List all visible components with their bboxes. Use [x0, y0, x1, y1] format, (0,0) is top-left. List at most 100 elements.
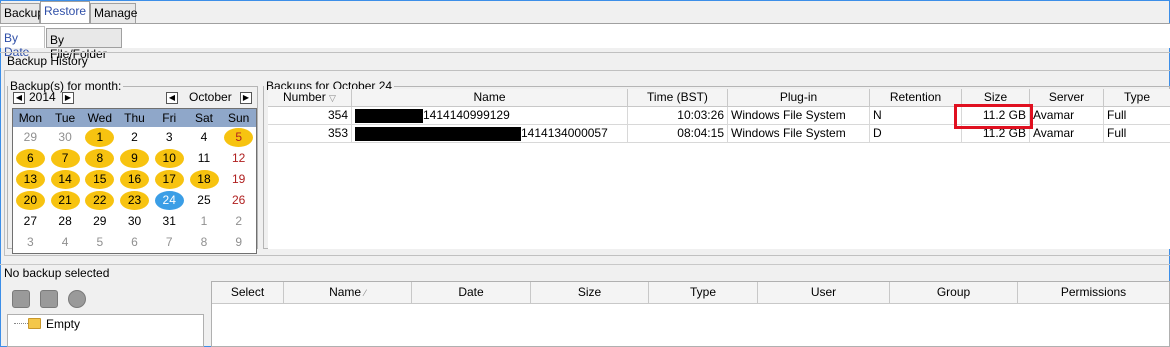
copy-icon[interactable]: [12, 290, 30, 308]
day-number: 31: [162, 214, 176, 228]
day-number: 5: [235, 130, 243, 144]
tab-manage[interactable]: Manage: [90, 3, 137, 23]
calendar-day-with-backup[interactable]: 16: [117, 169, 152, 190]
calendar-day-with-backup[interactable]: 8: [82, 148, 117, 169]
next-year-button[interactable]: ▶: [62, 92, 74, 104]
calendar-day[interactable]: 19: [221, 169, 256, 190]
calendar-day[interactable]: 2: [117, 127, 152, 148]
weekday-thu: Thu: [124, 111, 145, 125]
prev-month-button[interactable]: ◀: [166, 92, 178, 104]
calendar-day[interactable]: 7: [152, 232, 187, 253]
calendar-day[interactable]: 2: [221, 211, 256, 232]
prev-year-button[interactable]: ◀: [13, 92, 25, 104]
calendar-day-with-backup[interactable]: 1: [82, 127, 117, 148]
calendar-day-with-backup[interactable]: 6: [13, 148, 48, 169]
col-file-name[interactable]: Name ⁄: [284, 282, 412, 304]
col-plugin[interactable]: Plug-in: [728, 89, 870, 107]
next-month-button[interactable]: ▶: [240, 92, 252, 104]
calendar-day[interactable]: 11: [187, 148, 222, 169]
day-number: 2: [235, 214, 243, 228]
calendar-day[interactable]: 25: [187, 190, 222, 211]
folder-icon: [28, 318, 41, 329]
day-number: 17: [162, 172, 176, 186]
restore-subtabs: By Date By File/Folder: [0, 24, 1170, 61]
calendar-day-with-backup[interactable]: 22: [82, 190, 117, 211]
day-number: 5: [96, 235, 104, 249]
paste-icon[interactable]: [40, 290, 58, 308]
settings-gear-icon[interactable]: [68, 290, 86, 308]
calendar-day[interactable]: 4: [48, 232, 83, 253]
day-number: 29: [93, 214, 107, 228]
col-file-size[interactable]: Size: [531, 282, 649, 304]
day-number: 30: [58, 130, 72, 144]
calendar-day-with-backup[interactable]: 17: [152, 169, 187, 190]
calendar-day-with-backup[interactable]: 21: [48, 190, 83, 211]
table-row[interactable]: 354 1414140999129 10:03:26 Windows File …: [268, 107, 1170, 125]
calendar-day[interactable]: 31: [152, 211, 187, 232]
col-date[interactable]: Date: [412, 282, 531, 304]
day-number: 15: [93, 172, 107, 186]
file-list-table: Select Name ⁄ Date Size Type User Group …: [211, 281, 1170, 347]
redacted-name-block: [355, 126, 521, 141]
backups-table: Number ▽ Name Time (BST) Plug-in Retenti…: [268, 89, 1170, 249]
col-file-type[interactable]: Type: [649, 282, 758, 304]
calendar-day-with-backup[interactable]: 7: [48, 148, 83, 169]
calendar-day-with-backup[interactable]: 15: [82, 169, 117, 190]
col-name[interactable]: Name: [352, 89, 628, 107]
calendar-day[interactable]: 9: [221, 232, 256, 253]
col-retention[interactable]: Retention: [870, 89, 962, 107]
calendar-day-with-backup[interactable]: 10: [152, 148, 187, 169]
calendar-day-with-backup[interactable]: 20: [13, 190, 48, 211]
col-type[interactable]: Type: [1104, 89, 1170, 107]
calendar-day[interactable]: 8: [187, 232, 222, 253]
col-size[interactable]: Size: [962, 89, 1030, 107]
row-retention: D: [870, 125, 962, 143]
calendar-day[interactable]: 26: [221, 190, 256, 211]
calendar-day-with-backup[interactable]: 13: [13, 169, 48, 190]
subtab-by-file-folder[interactable]: By File/Folder: [46, 28, 122, 61]
calendar-day[interactable]: 1: [187, 211, 222, 232]
row-server: Avamar: [1030, 125, 1104, 143]
tab-restore[interactable]: Restore: [40, 1, 90, 23]
calendar-day[interactable]: 29: [82, 211, 117, 232]
col-select[interactable]: Select: [212, 282, 284, 304]
calendar-day[interactable]: 6: [117, 232, 152, 253]
calendar-day-selected[interactable]: 24: [152, 190, 187, 211]
col-user[interactable]: User: [758, 282, 890, 304]
calendar-day[interactable]: 27: [13, 211, 48, 232]
calendar-day-with-backup[interactable]: 9: [117, 148, 152, 169]
calendar-day-with-backup[interactable]: 5: [221, 127, 256, 148]
tree-item-empty[interactable]: Empty: [46, 317, 80, 331]
month-legend: Backup(s) for month:: [10, 79, 122, 93]
weekday-sat: Sat: [194, 111, 213, 125]
calendar-day[interactable]: 3: [13, 232, 48, 253]
day-number: 2: [131, 130, 138, 144]
calendar-day[interactable]: 29: [13, 127, 48, 148]
table-row[interactable]: 353 1414134000057 08:04:15 Windows File …: [268, 125, 1170, 143]
calendar-day-with-backup[interactable]: 14: [48, 169, 83, 190]
col-permissions[interactable]: Permissions: [1018, 282, 1169, 304]
calendar-week: 29 30 1 2 3 4 5: [13, 127, 256, 148]
col-group[interactable]: Group: [890, 282, 1018, 304]
calendar-day[interactable]: 28: [48, 211, 83, 232]
status-bar: No backup selected: [0, 264, 1170, 281]
day-number: 21: [58, 193, 72, 207]
calendar-day-with-backup[interactable]: 23: [117, 190, 152, 211]
calendar-week: 6 7 8 9 10 11 12: [13, 148, 256, 169]
file-list-header: Select Name ⁄ Date Size Type User Group …: [212, 282, 1169, 304]
col-server[interactable]: Server: [1030, 89, 1104, 107]
calendar-day[interactable]: 4: [187, 127, 222, 148]
file-tree: Empty: [7, 314, 204, 347]
col-number[interactable]: Number ▽: [268, 89, 352, 107]
calendar-day[interactable]: 30: [117, 211, 152, 232]
calendar-day[interactable]: 5: [82, 232, 117, 253]
col-time[interactable]: Time (BST): [628, 89, 728, 107]
calendar-day[interactable]: 3: [152, 127, 187, 148]
calendar-day[interactable]: 30: [48, 127, 83, 148]
weekday-mon: Mon: [18, 111, 43, 125]
calendar-day-with-backup[interactable]: 18: [187, 169, 222, 190]
calendar-day[interactable]: 12: [221, 148, 256, 169]
day-number: 14: [58, 172, 72, 186]
subtab-by-date[interactable]: By Date: [0, 26, 45, 59]
tab-backup[interactable]: Backup: [0, 3, 44, 23]
